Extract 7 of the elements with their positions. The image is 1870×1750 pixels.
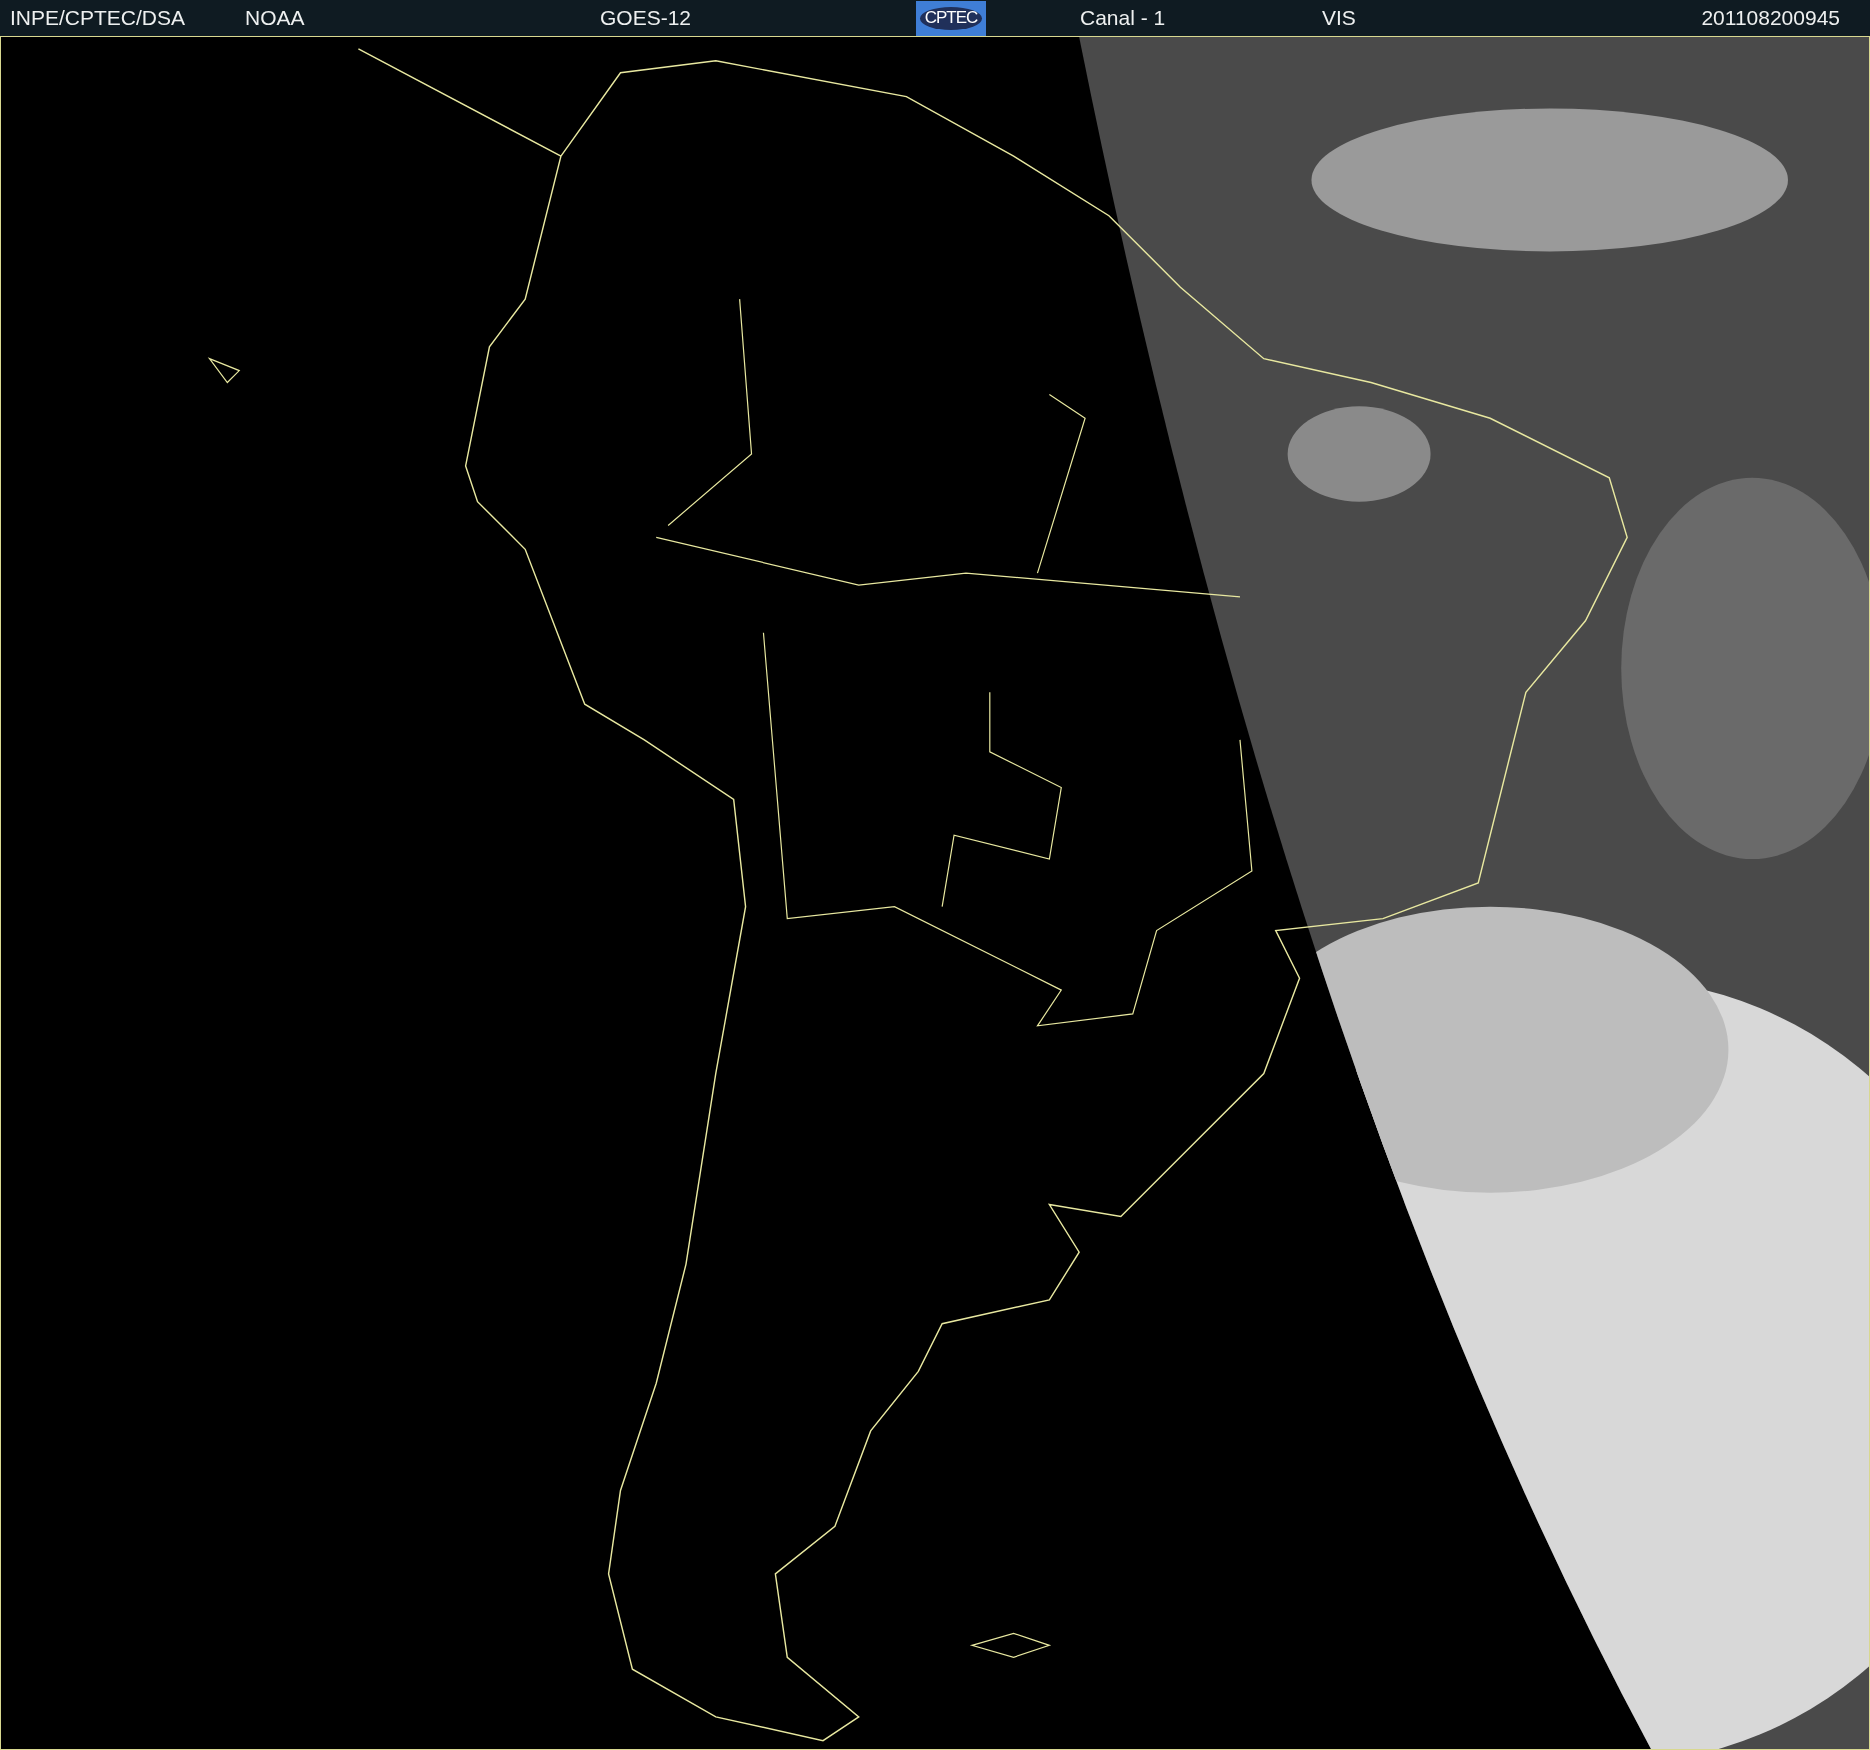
agency-label: NOAA xyxy=(245,6,305,30)
band-label: VIS xyxy=(1322,6,1356,30)
timestamp-label: 201108200945 xyxy=(1701,6,1840,30)
channel-label: Canal - 1 xyxy=(1080,6,1166,30)
source-label: INPE/CPTEC/DSA xyxy=(10,6,186,30)
satellite-label: GOES-12 xyxy=(600,6,692,30)
cptec-logo: CPTEC xyxy=(916,0,986,36)
